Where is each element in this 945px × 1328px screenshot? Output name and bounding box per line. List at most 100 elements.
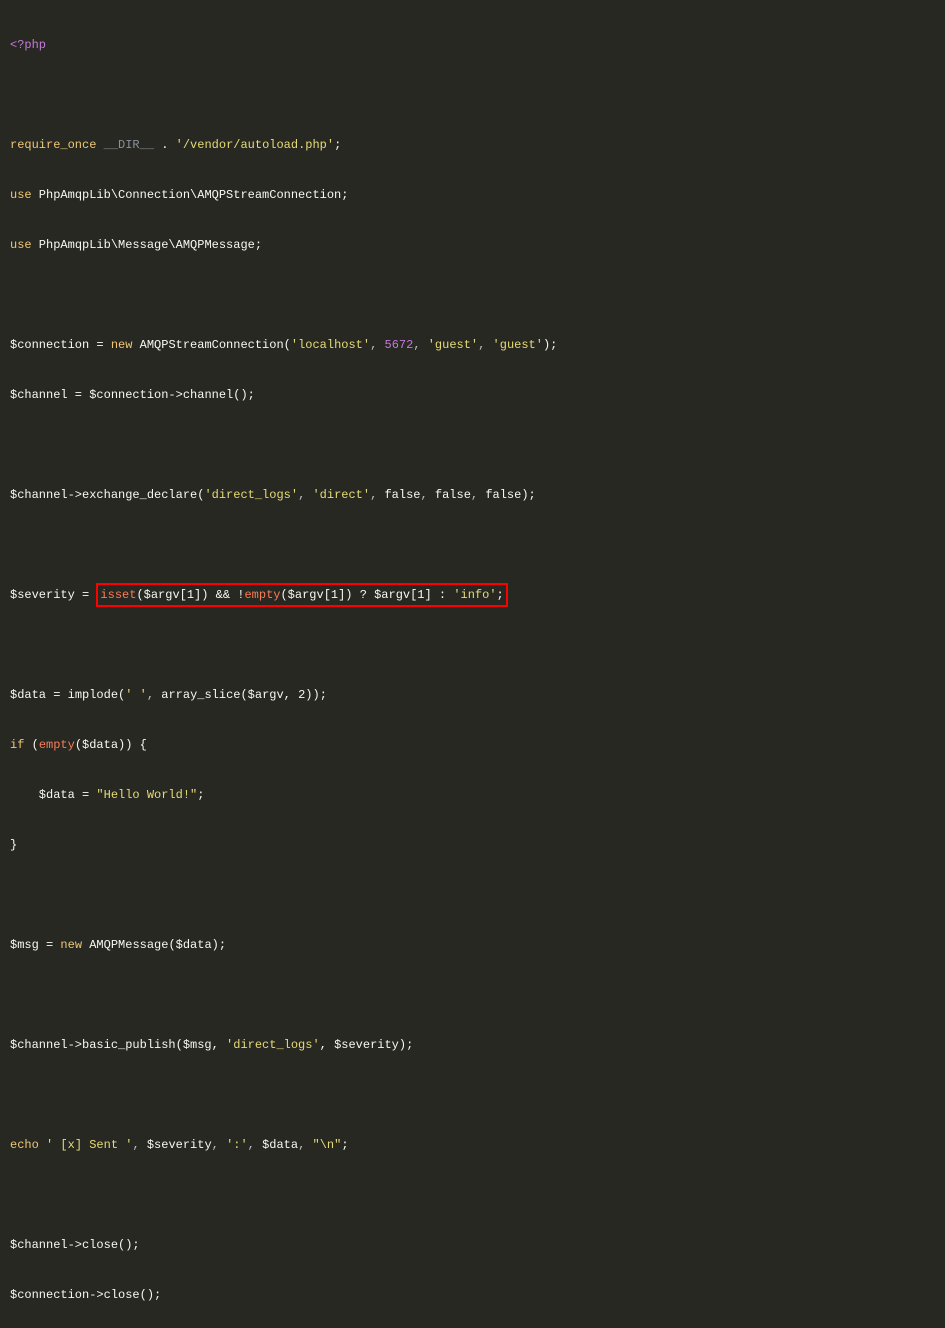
code-line: }	[10, 833, 935, 858]
code-line: echo ' [x] Sent ', $severity, ':', $data…	[10, 1133, 935, 1158]
conn-close: $connection->close()	[10, 1288, 154, 1302]
string-directlogs: 'direct_logs'	[226, 1038, 320, 1052]
close-paren: )	[521, 488, 528, 502]
fn-arrayslice: array_slice($argv, 2))	[161, 688, 319, 702]
code-line	[10, 283, 935, 308]
assign-op: =	[68, 388, 90, 402]
code-line: <?php	[10, 33, 935, 58]
fn-isset: isset	[100, 588, 136, 602]
false-kw: false	[485, 488, 521, 502]
var-severity: $severity	[147, 1138, 212, 1152]
comma: ,	[212, 1138, 226, 1152]
namespace-msg: PhpAmqpLib\Message\AMQPMessage	[32, 238, 255, 252]
string-directlogs: 'direct_logs'	[204, 488, 298, 502]
semicolon: ;	[341, 1138, 348, 1152]
semicolon: ;	[406, 1038, 413, 1052]
code-line: $data = "Hello World!";	[10, 783, 935, 808]
comma: ,	[298, 488, 312, 502]
string-newline: "\n"	[313, 1138, 342, 1152]
var-connection: $connection	[10, 338, 89, 352]
var-severity: $severity	[10, 588, 75, 602]
comma: ,	[132, 1138, 146, 1152]
string-sent: ' [x] Sent '	[46, 1138, 132, 1152]
code-line: use PhpAmqpLib\Connection\AMQPStreamConn…	[10, 183, 935, 208]
comma: ,	[248, 1138, 262, 1152]
php-open-tag: <?php	[10, 38, 46, 52]
assign-op: =	[46, 688, 68, 702]
keyword-require: require_once	[10, 138, 96, 152]
concat-op: .	[154, 138, 176, 152]
keyword-use: use	[10, 238, 32, 252]
namespace-conn: PhpAmqpLib\Connection\AMQPStreamConnecti…	[32, 188, 342, 202]
semicolon: ;	[334, 138, 341, 152]
fn-empty: empty	[244, 588, 280, 602]
semicolon: ;	[255, 238, 262, 252]
code-line: $connection = new AMQPStreamConnection('…	[10, 333, 935, 358]
string-info: 'info'	[453, 588, 496, 602]
false-kw: false	[435, 488, 471, 502]
number-port: 5672	[385, 338, 414, 352]
var-channel: $channel	[10, 388, 68, 402]
string-hello: "Hello World!"	[96, 788, 197, 802]
keyword-echo: echo	[10, 1138, 39, 1152]
ternary: ? $argv[1] :	[353, 588, 454, 602]
method-publish: $channel->basic_publish($msg,	[10, 1038, 226, 1052]
code-line: $channel->close();	[10, 1233, 935, 1258]
code-line	[10, 883, 935, 908]
argv1: ($argv[1])	[280, 588, 352, 602]
code-line: $data = implode(' ', array_slice($argv, …	[10, 683, 935, 708]
class-conn: AMQPStreamConnection	[132, 338, 283, 352]
method-exchange: $channel->exchange_declare	[10, 488, 197, 502]
close-brace: }	[10, 838, 17, 852]
semicolon: ;	[529, 488, 536, 502]
keyword-use: use	[10, 188, 32, 202]
code-line: require_once __DIR__ . '/vendor/autoload…	[10, 133, 935, 158]
fn-empty: empty	[39, 738, 75, 752]
data-arg: ($data)) {	[75, 738, 147, 752]
code-line	[10, 433, 935, 458]
string-colon: ':'	[226, 1138, 248, 1152]
string-guest: 'guest'	[428, 338, 478, 352]
comma: ,	[370, 488, 384, 502]
assign-op: =	[75, 588, 97, 602]
keyword-new: new	[111, 338, 133, 352]
code-line	[10, 1083, 935, 1108]
fn-implode: implode	[68, 688, 118, 702]
semicolon: ;	[132, 1238, 139, 1252]
code-line: if (empty($data)) {	[10, 733, 935, 758]
comma: ,	[421, 488, 435, 502]
var-msg: $msg	[10, 938, 39, 952]
class-amqpmsg: AMQPMessage($data)	[82, 938, 219, 952]
code-line: $severity = isset($argv[1]) && !empty($a…	[10, 583, 935, 608]
dir-const: __DIR__	[104, 138, 154, 152]
comma: ,	[298, 1138, 312, 1152]
comma: ,	[370, 338, 384, 352]
semicolon: ;	[219, 938, 226, 952]
open-paren: (	[284, 338, 291, 352]
highlighted-expression: isset($argv[1]) && !empty($argv[1]) ? $a…	[96, 583, 507, 607]
string-direct: 'direct'	[312, 488, 370, 502]
semicolon: ;	[197, 788, 204, 802]
code-line: $channel->basic_publish($msg, 'direct_lo…	[10, 1033, 935, 1058]
code-line	[10, 1183, 935, 1208]
code-line	[10, 533, 935, 558]
keyword-new: new	[60, 938, 82, 952]
indent-assign: $data =	[10, 788, 96, 802]
channel-close: $channel->close()	[10, 1238, 132, 1252]
semicolon: ;	[341, 188, 348, 202]
code-block: <?php require_once __DIR__ . '/vendor/au…	[10, 8, 935, 1328]
comma: ,	[478, 338, 492, 352]
semicolon: ;	[497, 588, 504, 602]
semicolon: ;	[154, 1288, 161, 1302]
string-localhost: 'localhost'	[291, 338, 370, 352]
code-line	[10, 633, 935, 658]
string-guest: 'guest'	[493, 338, 543, 352]
code-line: $channel = $connection->channel();	[10, 383, 935, 408]
comma: ,	[413, 338, 427, 352]
comma: ,	[471, 488, 485, 502]
open-paren: (	[32, 738, 39, 752]
false-kw: false	[384, 488, 420, 502]
code-line	[10, 83, 935, 108]
assign-op: =	[39, 938, 61, 952]
code-line: $connection->close();	[10, 1283, 935, 1308]
